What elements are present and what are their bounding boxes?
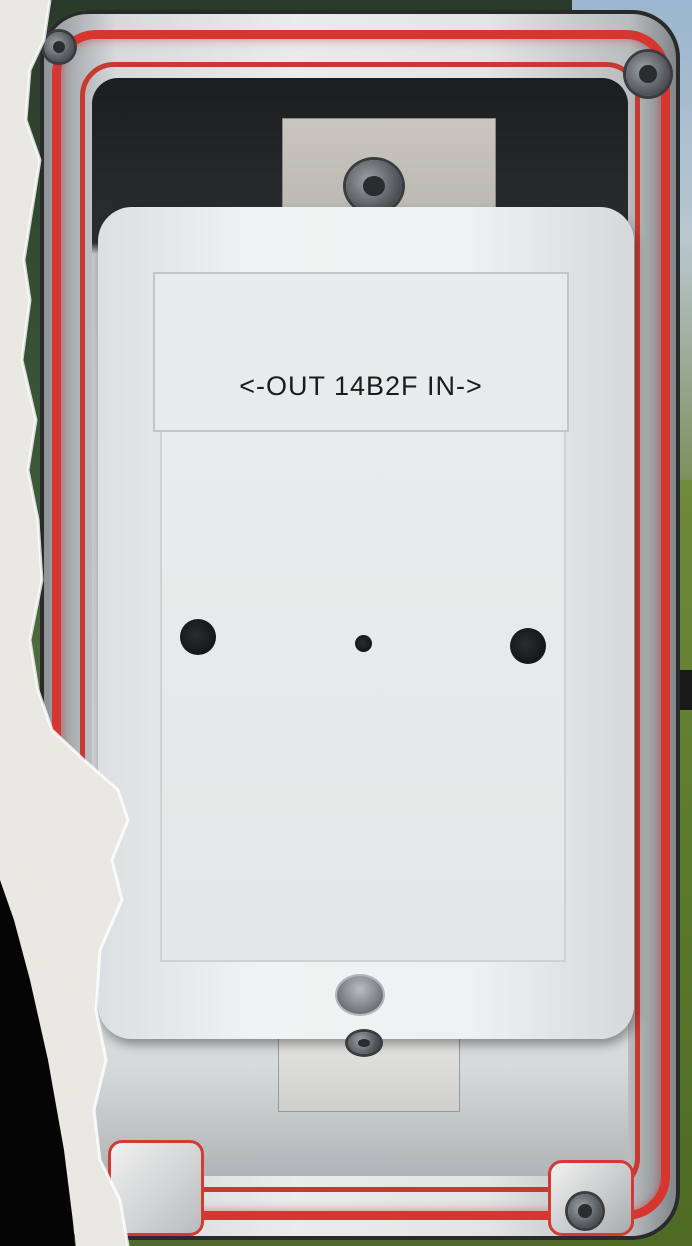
bottom-screw-hole [337, 976, 383, 1014]
faceplate-inner-panel [160, 432, 566, 962]
screw-icon [348, 1032, 380, 1054]
center-hole [355, 635, 372, 652]
corner-screw-icon [568, 1194, 602, 1228]
corner-screw-icon [44, 32, 74, 62]
mounting-hole-right [510, 628, 546, 664]
screw-icon [346, 160, 402, 212]
device-label: <-OUT 14B2F IN-> [239, 370, 483, 401]
label-panel: <-OUT 14B2F IN-> [153, 272, 569, 432]
photo-scene: <-OUT 14B2F IN-> [0, 0, 692, 1246]
enclosure-corner-bottom-left [108, 1140, 204, 1236]
mounting-hole-left [180, 619, 216, 655]
corner-screw-icon [626, 52, 670, 96]
